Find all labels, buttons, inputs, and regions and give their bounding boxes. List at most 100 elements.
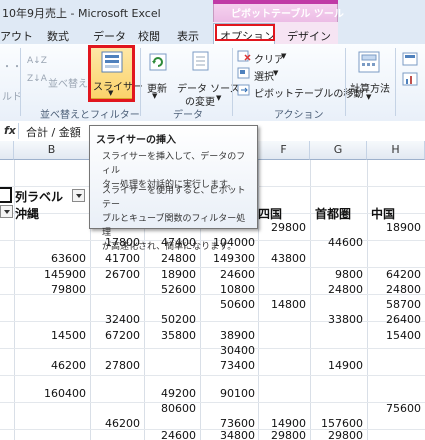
column-header-f[interactable]: F xyxy=(258,141,310,160)
column-labels-filter-button[interactable] xyxy=(72,189,85,202)
clear-icon xyxy=(237,50,251,62)
data-cell[interactable]: 160400 xyxy=(44,387,86,400)
row-labels-filter-button[interactable] xyxy=(0,205,13,218)
data-cell[interactable]: 14500 xyxy=(51,329,86,342)
data-cell[interactable]: 50600 xyxy=(220,298,255,311)
data-cell[interactable]: 38900 xyxy=(220,329,255,342)
tooltip-line: ブルとキューブ関数のフィルター処理 xyxy=(102,214,246,238)
data-cell[interactable]: 35800 xyxy=(161,329,196,342)
region-header-shutoken: 首都圏 xyxy=(315,207,352,221)
pivot-chart-icon[interactable] xyxy=(402,72,418,86)
select-all-corner[interactable] xyxy=(0,141,14,160)
formula-separator xyxy=(18,123,19,139)
data-cell[interactable]: 18900 xyxy=(161,268,196,281)
partial-item-1: ・・ xyxy=(2,62,22,73)
data-cell[interactable]: 64200 xyxy=(386,268,421,281)
tab-design[interactable]: デザイン xyxy=(287,28,331,44)
calculations-dropdown-arrow[interactable]: ▼ xyxy=(366,93,371,101)
data-cell[interactable]: 49200 xyxy=(161,387,196,400)
tab-formulas[interactable]: 数式 xyxy=(47,28,69,44)
sort-za-icon[interactable]: Z↓A xyxy=(27,74,47,84)
data-cell[interactable]: 29800 xyxy=(271,429,306,440)
formula-input[interactable]: 合計 / 金額 xyxy=(26,124,81,140)
excel-window: 10年9月売上 - Microsoft Excel ピボットテーブル ツール ア… xyxy=(0,0,425,440)
column-header-b[interactable]: B xyxy=(14,141,90,160)
data-cell[interactable]: 27800 xyxy=(105,359,140,372)
fx-icon[interactable]: fx xyxy=(4,124,16,137)
select-dropdown-arrow[interactable]: ▼ xyxy=(273,69,278,77)
data-cell[interactable]: 34800 xyxy=(220,429,255,440)
data-cell[interactable]: 50200 xyxy=(161,313,196,326)
data-cell[interactable]: 26400 xyxy=(386,313,421,326)
data-cell[interactable]: 30400 xyxy=(220,344,255,357)
data-cell[interactable]: 32400 xyxy=(105,313,140,326)
data-cell[interactable]: 33800 xyxy=(328,313,363,326)
change-source-dropdown-arrow[interactable]: ▼ xyxy=(216,94,221,102)
data-cell[interactable]: 67200 xyxy=(105,329,140,342)
data-cell[interactable]: 9800 xyxy=(335,268,363,281)
tooltip-line: スライサーを挿入して、データのフィル xyxy=(102,152,246,176)
region-header-chugoku: 中国 xyxy=(371,207,396,221)
tab-data[interactable]: データ xyxy=(93,28,126,44)
tooltip-title: スライサーの挿入 xyxy=(96,135,176,146)
group-separator xyxy=(232,48,233,116)
sort-az-icon[interactable]: A↓Z xyxy=(27,56,47,66)
data-cell[interactable]: 73400 xyxy=(220,359,255,372)
select-button[interactable]: 選択 xyxy=(254,68,274,83)
tab-layout[interactable]: アウト xyxy=(0,28,33,44)
data-cell[interactable]: 24600 xyxy=(161,429,196,440)
data-cell[interactable]: 29800 xyxy=(328,429,363,440)
group-separator xyxy=(20,48,21,116)
data-cell[interactable]: 24600 xyxy=(220,268,255,281)
data-cell[interactable]: 52600 xyxy=(161,283,196,296)
context-group-label: ピボットテーブル ツール xyxy=(231,9,344,20)
data-cell[interactable]: 75600 xyxy=(386,402,421,415)
data-cell[interactable]: 90100 xyxy=(220,387,255,400)
group-separator xyxy=(140,48,141,116)
data-cell[interactable]: 24800 xyxy=(328,283,363,296)
pivot-tools-icon[interactable] xyxy=(402,52,418,66)
group-separator xyxy=(345,48,346,116)
data-cell[interactable]: 145900 xyxy=(44,268,86,281)
data-cell[interactable]: 79800 xyxy=(51,283,86,296)
gridline xyxy=(367,160,368,440)
data-cell[interactable]: 24800 xyxy=(386,283,421,296)
data-cell[interactable]: 26700 xyxy=(105,268,140,281)
sort-button[interactable]: 並べ替え xyxy=(48,75,88,90)
tab-view[interactable]: 表示 xyxy=(177,28,199,44)
column-header-g[interactable]: G xyxy=(310,141,367,160)
context-color-strip xyxy=(213,0,338,4)
data-cell[interactable]: 80600 xyxy=(161,402,196,415)
options-tab-highlight xyxy=(215,24,275,41)
select-icon xyxy=(237,67,250,79)
tooltip-description-2: スライサーを使用すると、ピボットテー ブルとキューブ関数のフィルター処理 が高速… xyxy=(102,184,254,254)
refresh-dropdown-arrow[interactable]: ▼ xyxy=(152,92,157,100)
region-header-okinawa: 沖縄 xyxy=(15,207,40,221)
data-cell[interactable]: 14900 xyxy=(328,359,363,372)
data-cell[interactable]: 46200 xyxy=(51,359,86,372)
data-cell[interactable]: 14800 xyxy=(271,298,306,311)
data-cell[interactable]: 58700 xyxy=(386,298,421,311)
data-cell[interactable]: 43800 xyxy=(271,252,306,265)
gridline xyxy=(0,402,425,403)
data-cell[interactable]: 63600 xyxy=(51,252,86,265)
data-cell[interactable]: 29800 xyxy=(271,221,306,234)
tooltip-line: が高速化され、簡単になります。 xyxy=(102,242,237,252)
data-cell[interactable]: 44600 xyxy=(328,236,363,249)
column-labels-header: 列ラベル xyxy=(15,190,64,204)
data-cell[interactable]: 18900 xyxy=(386,221,421,234)
refresh-icon xyxy=(149,53,167,71)
group-label-actions: アクション xyxy=(274,110,324,121)
move-pivot-button[interactable]: ピボットテーブルの移動 xyxy=(254,85,363,100)
clear-dropdown-arrow[interactable]: ▼ xyxy=(281,52,286,60)
data-cell[interactable]: 46200 xyxy=(105,417,140,430)
data-cell[interactable]: 15400 xyxy=(386,329,421,342)
tab-review[interactable]: 校閲 xyxy=(138,28,160,44)
clear-button[interactable]: クリア xyxy=(254,51,284,66)
data-cell[interactable]: 10800 xyxy=(220,283,255,296)
gridline xyxy=(258,160,259,440)
column-header-h[interactable]: H xyxy=(367,141,425,160)
gridline xyxy=(0,348,425,349)
pivot-frame-corner xyxy=(0,187,12,203)
group-label-data: データ xyxy=(173,110,203,121)
